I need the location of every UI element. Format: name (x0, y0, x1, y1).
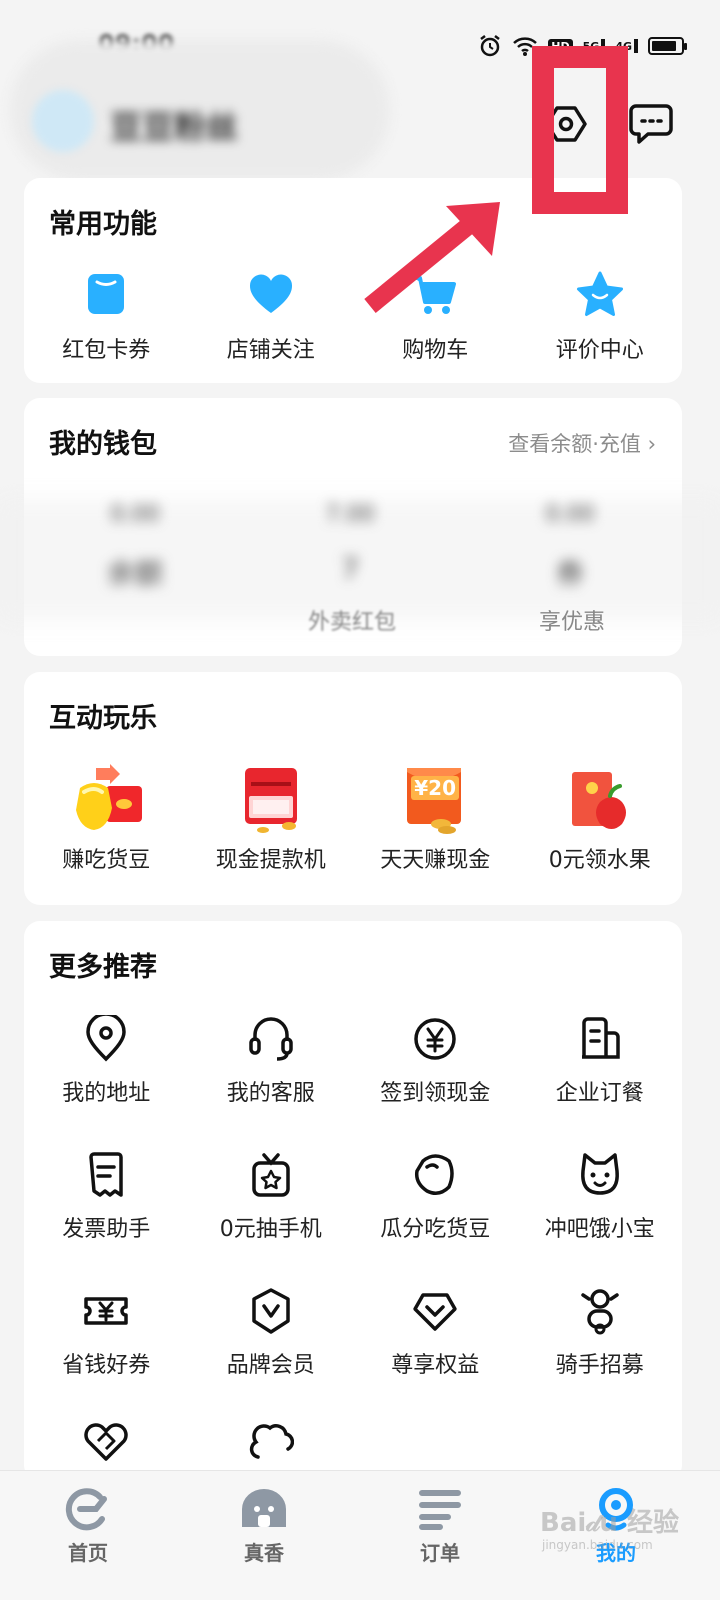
brand-badge-icon (252, 1288, 290, 1334)
invoice-item[interactable]: 发票助手 (24, 1151, 189, 1243)
cash-atm-label: 现金提款机 (215, 848, 326, 873)
tab-orders-label: 订单 (420, 1541, 460, 1565)
annotation-highlight-box (532, 46, 628, 214)
coupon-card-icon (80, 268, 132, 320)
free-phone-item[interactable]: 0元抽手机 (189, 1151, 354, 1243)
rider-recruit-label: 骑手招募 (555, 1353, 644, 1378)
annotation-arrow (364, 202, 500, 313)
beans-icon (76, 764, 143, 830)
handshake-icon (84, 1423, 128, 1461)
cart-label: 购物车 (402, 338, 469, 363)
red-envelope-20-icon: ¥20 (395, 762, 475, 842)
followed-shops-label: 店铺关注 (226, 338, 315, 363)
diamond-icon (413, 1293, 457, 1331)
message-button[interactable] (627, 100, 675, 148)
receipt-icon (89, 1152, 123, 1197)
reviews-label: 评价中心 (555, 338, 644, 363)
wallet-col2-value[interactable]: 7 (320, 552, 380, 585)
wallet-title: 我的钱包 (49, 429, 157, 460)
interactive-card: 互动玩乐 赚吃货豆 现金提款机 ¥20 天天赚现金 0元领水果 (24, 672, 682, 905)
yen-ticket-icon (84, 1297, 128, 1325)
wallet-col2-top: 7.00 (325, 502, 375, 527)
headset-icon (249, 1017, 293, 1061)
alarm-icon (480, 35, 501, 57)
share-beans-item[interactable]: 瓜分吃货豆 (353, 1151, 518, 1243)
saving-coupons-label: 省钱好券 (62, 1353, 151, 1378)
wallet-col3-top: 0.00 (545, 502, 595, 527)
customer-service-label: 我的客服 (226, 1081, 315, 1106)
coupons-item[interactable]: 红包卡券 (24, 268, 189, 364)
address-label: 我的地址 (62, 1081, 151, 1106)
customer-service-item[interactable]: 我的客服 (189, 1015, 354, 1107)
username[interactable]: 豆豆粉丝 (110, 102, 238, 148)
earn-beans-label: 赚吃货豆 (62, 848, 151, 873)
bean-icon (415, 1154, 454, 1195)
tab-home-label: 首页 (68, 1541, 108, 1565)
avatar[interactable] (32, 90, 94, 152)
tab-discover-label: 真香 (244, 1541, 284, 1565)
checkin-cash-label: 签到领现金 (380, 1081, 491, 1106)
watermark-url: jingyan.baidu.com (542, 1538, 653, 1552)
location-pin-icon (86, 1015, 127, 1062)
partial-item-1[interactable] (24, 1421, 189, 1461)
rider-recruit-item[interactable]: 骑手招募 (518, 1287, 683, 1379)
cash-atm-item[interactable]: 现金提款机 (189, 762, 354, 874)
home-e-icon (65, 1488, 107, 1531)
cat-icon (580, 1153, 619, 1195)
mascot-item[interactable]: 冲吧饿小宝 (518, 1151, 683, 1243)
wallet-link-label: 查看余额·充值 (508, 432, 641, 456)
interactive-title: 互动玩乐 (49, 703, 157, 734)
more-card: 更多推荐 我的地址 我的客服 签到领现金 企业订餐 发票助手 0元抽手机 瓜分吃… (24, 921, 682, 1481)
heart-icon (245, 268, 297, 320)
wallet-col3-value[interactable]: 券 (530, 552, 610, 592)
free-phone-label: 0元抽手机 (219, 1217, 322, 1242)
free-fruit-item[interactable]: 0元领水果 (518, 762, 683, 874)
message-bubble-icon (629, 104, 673, 144)
address-item[interactable]: 我的地址 (24, 1015, 189, 1107)
star-icon (574, 268, 626, 320)
brand-member-item[interactable]: 品牌会员 (189, 1287, 354, 1379)
apple-icon (571, 772, 626, 829)
daily-cash-label: 天天赚现金 (380, 848, 491, 873)
list-icon (419, 1490, 461, 1530)
partial-item-2[interactable] (189, 1421, 354, 1461)
cloud-icon (249, 1424, 294, 1459)
rider-icon (581, 1289, 619, 1335)
enterprise-order-item[interactable]: 企业订餐 (518, 1015, 683, 1107)
ghost-icon (242, 1489, 286, 1527)
mascot-label: 冲吧饿小宝 (544, 1217, 655, 1242)
free-fruit-label: 0元领水果 (548, 848, 651, 873)
atm-icon (244, 768, 297, 833)
tab-home[interactable]: 首页 (0, 1471, 176, 1600)
more-title: 更多推荐 (49, 952, 157, 983)
building-icon (581, 1017, 620, 1059)
share-beans-label: 瓜分吃货豆 (380, 1217, 491, 1242)
brand-member-label: 品牌会员 (226, 1353, 315, 1378)
premium-rights-label: 尊享权益 (391, 1353, 480, 1378)
earn-beans-item[interactable]: 赚吃货豆 (24, 762, 189, 874)
premium-rights-item[interactable]: 尊享权益 (353, 1287, 518, 1379)
chevron-right-icon: › (647, 432, 656, 456)
envelope-amount: ¥20 (411, 776, 459, 800)
coupons-label: 红包卡券 (62, 338, 151, 363)
tab-discover[interactable]: 真香 (176, 1471, 352, 1600)
reviews-item[interactable]: 评价中心 (518, 268, 683, 364)
yen-circle-icon (414, 1018, 456, 1060)
gift-phone-icon (252, 1153, 290, 1197)
tab-orders[interactable]: 订单 (352, 1471, 528, 1600)
wallet-col3-label: 享优惠 (538, 610, 605, 635)
common-functions-title: 常用功能 (49, 209, 157, 240)
wallet-col1-top: 0.00 (110, 502, 160, 527)
wallet-balance-link[interactable]: 查看余额·充值 › (508, 428, 656, 458)
enterprise-order-label: 企业订餐 (555, 1081, 644, 1106)
followed-shops-item[interactable]: 店铺关注 (189, 268, 354, 364)
wallet-col1-value[interactable]: 余额 (100, 552, 170, 592)
checkin-cash-item[interactable]: 签到领现金 (353, 1015, 518, 1107)
invoice-label: 发票助手 (62, 1217, 151, 1242)
daily-cash-item[interactable]: ¥20 天天赚现金 (353, 762, 518, 874)
wallet-col2-label: 外卖红包 (307, 610, 396, 635)
saving-coupons-item[interactable]: 省钱好券 (24, 1287, 189, 1379)
watermark-logo: Bai𝒹u 经验 (540, 1508, 679, 1538)
battery-icon (648, 37, 687, 55)
